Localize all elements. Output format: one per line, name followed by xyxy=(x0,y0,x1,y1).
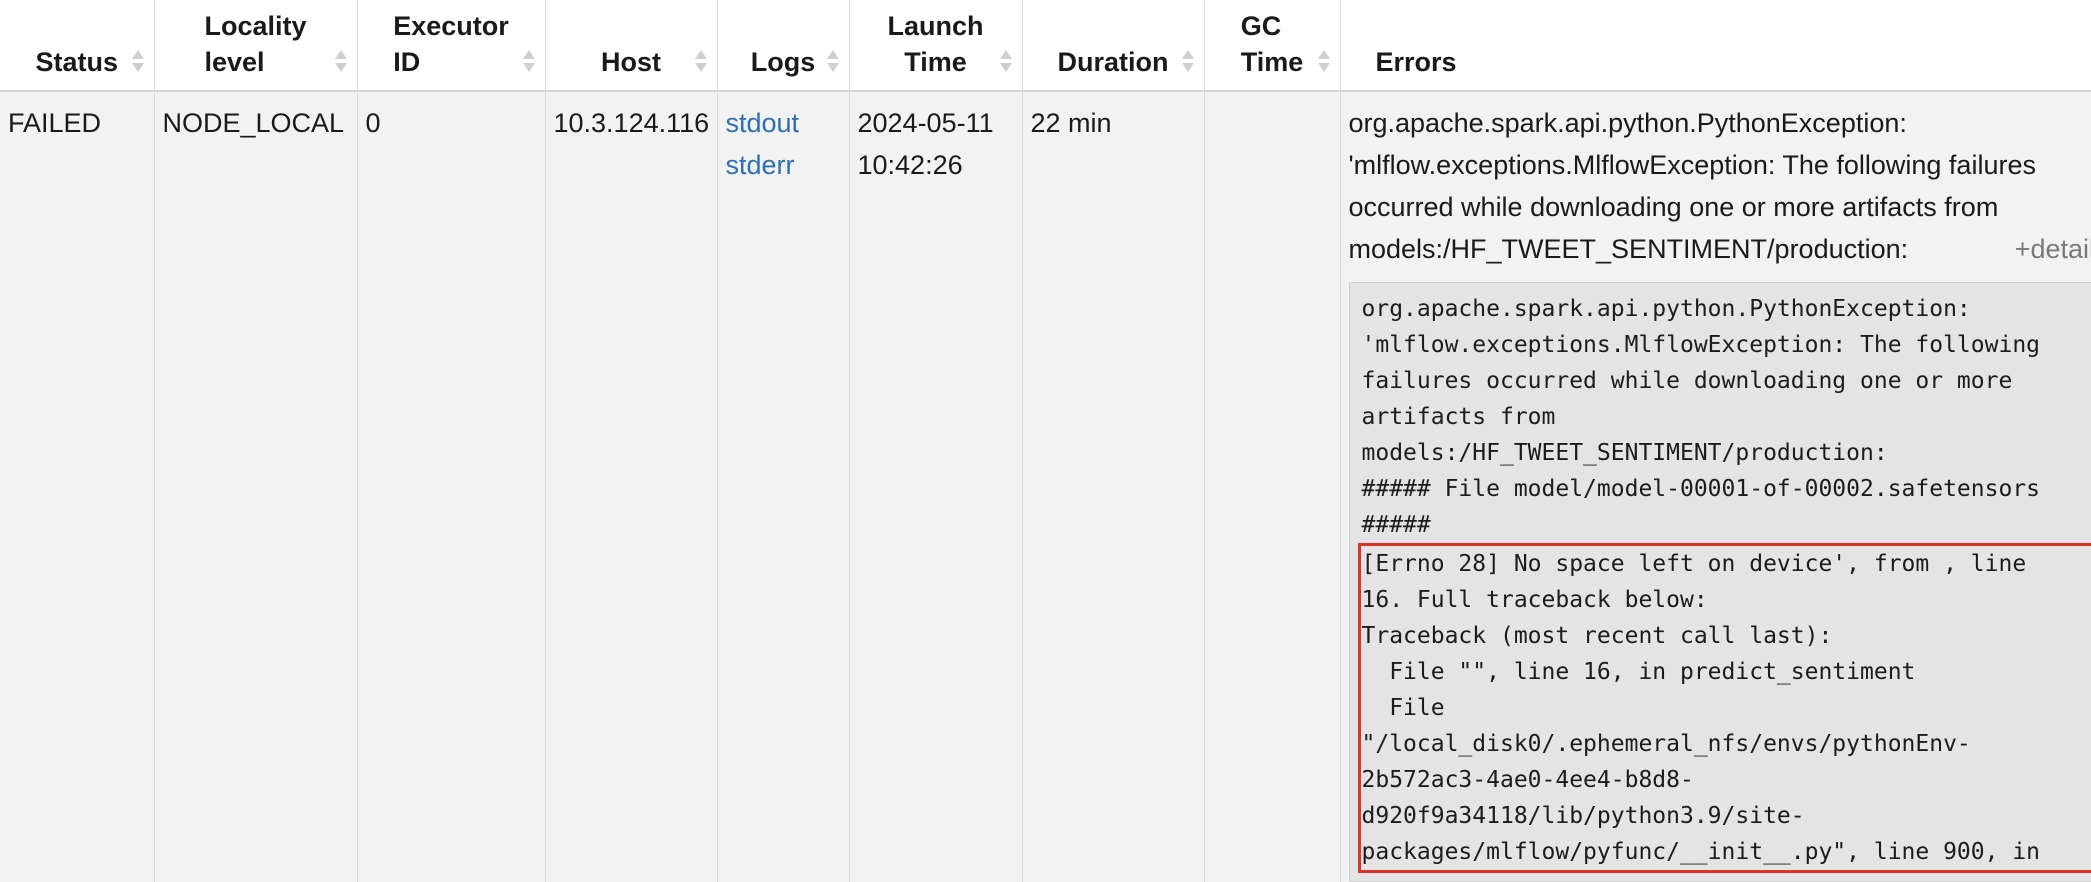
column-header-duration[interactable]: Duration xyxy=(1022,0,1204,91)
sort-icon[interactable] xyxy=(333,48,349,78)
cell-duration: 22 min xyxy=(1022,91,1204,882)
cell-gc-time xyxy=(1204,91,1340,882)
column-header-status[interactable]: Status xyxy=(0,0,154,91)
sort-icon[interactable] xyxy=(130,48,146,78)
column-header-host[interactable]: Host xyxy=(545,0,717,91)
cell-locality-level: NODE_LOCAL xyxy=(154,91,357,882)
cell-host: 10.3.124.116 xyxy=(545,91,717,882)
column-header-errors[interactable]: Errors xyxy=(1340,0,2091,91)
sort-icon[interactable] xyxy=(998,48,1014,78)
cell-launch-time: 2024-05-11 10:42:26 xyxy=(849,91,1022,882)
sort-icon[interactable] xyxy=(521,48,537,78)
cell-executor-id: 0 xyxy=(357,91,545,882)
cell-logs: stdout stderr xyxy=(717,91,849,882)
cell-status: FAILED xyxy=(0,91,154,882)
column-header-gc-time[interactable]: GC Time xyxy=(1204,0,1340,91)
column-header-launch-time[interactable]: Launch Time xyxy=(849,0,1022,91)
stderr-link[interactable]: stderr xyxy=(726,144,841,186)
column-header-locality-level[interactable]: Locality level xyxy=(154,0,357,91)
details-toggle-link[interactable]: +details xyxy=(2015,228,2091,270)
sort-icon[interactable] xyxy=(1180,48,1196,78)
stdout-link[interactable]: stdout xyxy=(726,102,841,144)
table-row: FAILED NODE_LOCAL 0 10.3.124.116 stdout … xyxy=(0,91,2091,882)
error-traceback: org.apache.spark.api.python.PythonExcept… xyxy=(1349,282,2091,882)
table-header-row: Status Locality level Executor ID Host L… xyxy=(0,0,2091,91)
column-header-executor-id[interactable]: Executor ID xyxy=(357,0,545,91)
highlighted-error-box: [Errno 28] No space left on device', fro… xyxy=(1358,543,2091,873)
sort-icon[interactable] xyxy=(1316,48,1332,78)
traceback-text: org.apache.spark.api.python.PythonExcept… xyxy=(1362,291,2091,543)
column-header-logs[interactable]: Logs xyxy=(717,0,849,91)
sort-icon[interactable] xyxy=(693,48,709,78)
cell-errors: org.apache.spark.api.python.PythonExcept… xyxy=(1340,91,2091,882)
error-summary: org.apache.spark.api.python.PythonExcept… xyxy=(1349,102,2091,270)
sort-icon[interactable] xyxy=(825,48,841,78)
task-table: Status Locality level Executor ID Host L… xyxy=(0,0,2091,882)
